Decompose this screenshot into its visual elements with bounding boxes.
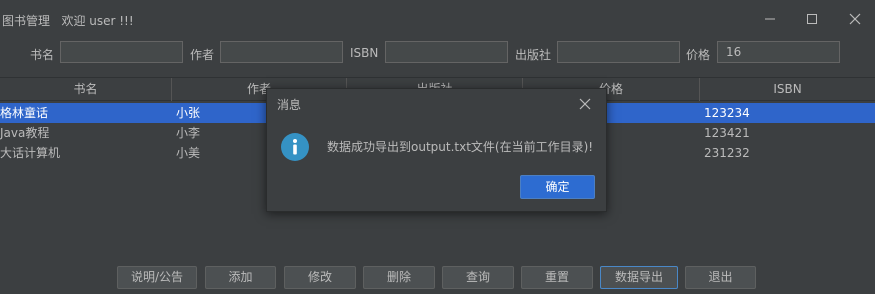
export-button[interactable]: 数据导出 [600,266,678,289]
close-button[interactable] [840,6,870,32]
isbn-label: ISBN [350,46,379,60]
bottom-toolbar: 说明/公告 添加 修改 删除 查询 重置 数据导出 退出 [0,255,875,294]
maximize-icon [807,14,817,24]
dialog-title: 消息 [277,98,302,112]
add-button[interactable]: 添加 [205,266,276,289]
cell-author: 小张 [176,106,201,120]
close-icon [579,98,591,110]
exit-button[interactable]: 退出 [685,266,756,289]
minimize-button[interactable] [755,6,785,32]
delete-button[interactable]: 删除 [363,266,435,289]
edit-button[interactable]: 修改 [284,266,356,289]
cell-author: 小美 [176,146,201,160]
minimize-icon [765,18,775,20]
reset-button[interactable]: 重置 [521,266,593,289]
window-title: 图书管理 欢迎 user !!! [2,14,134,28]
price-label: 价格 [686,48,711,62]
column-header-isbn[interactable]: ISBN [700,78,875,101]
close-icon [849,13,861,25]
cell-bookname: 格林童话 [0,106,49,120]
info-icon [281,133,309,161]
publisher-label: 出版社 [515,48,552,62]
search-row: 书名 作者 ISBN 出版社 价格 [0,38,875,70]
dialog-message: 数据成功导出到output.txt文件(在当前工作目录)! [327,140,594,154]
cell-bookname: 大话计算机 [0,146,61,160]
cell-author: 小李 [176,126,201,140]
title-bar: 图书管理 欢迎 user !!! [0,0,875,38]
message-dialog: 消息 数据成功导出到output.txt文件(在当前工作目录)! 确定 [266,88,607,212]
cell-isbn: 123234 [704,106,750,120]
publisher-input[interactable] [557,41,680,63]
cell-isbn: 123421 [704,126,750,140]
bookname-input[interactable] [60,41,183,63]
ok-button[interactable]: 确定 [520,175,595,199]
cell-bookname: Java教程 [0,126,50,140]
isbn-input[interactable] [385,41,508,63]
author-input[interactable] [220,41,343,63]
maximize-button[interactable] [797,6,827,32]
price-input[interactable] [717,41,840,63]
query-button[interactable]: 查询 [442,266,514,289]
column-header-bookname[interactable]: 书名 [0,78,172,101]
cell-isbn: 231232 [704,146,750,160]
dialog-close-button[interactable] [575,94,595,114]
author-label: 作者 [190,48,215,62]
bookname-label: 书名 [30,48,55,62]
about-button[interactable]: 说明/公告 [117,266,197,289]
